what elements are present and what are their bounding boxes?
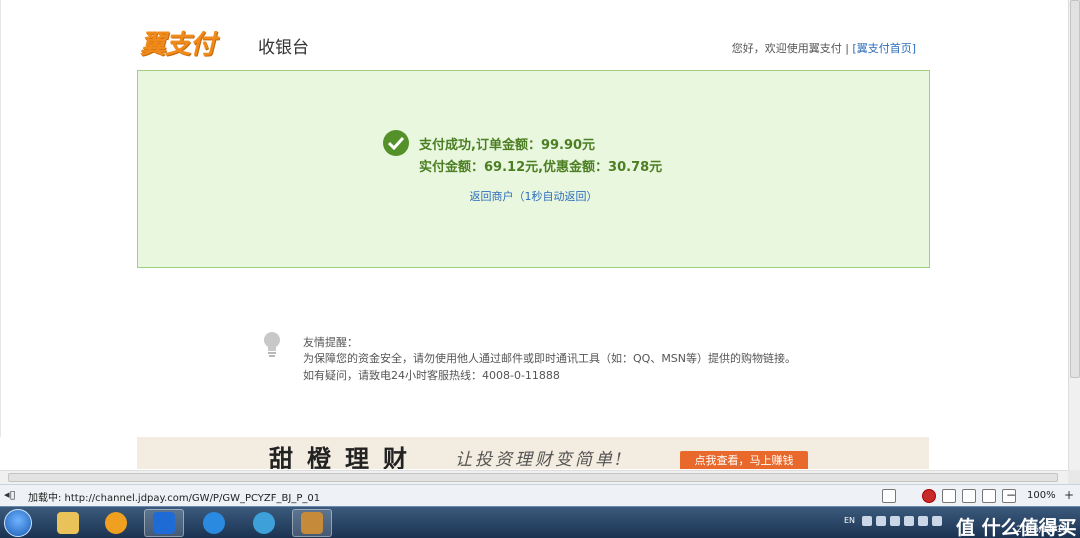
bestpay-logo[interactable]: 翼支付 [140,24,216,60]
input-language[interactable]: EN [844,516,855,525]
header-greeting: 您好，欢迎使用翼支付 | [翼支付首页] [732,40,916,56]
success-check-icon [383,130,409,156]
start-button-icon[interactable] [4,509,32,537]
fullscreen-icon[interactable] [982,489,996,503]
banner-cta-button[interactable]: 点我查看，马上赚钱 [680,451,808,469]
app-icon [301,512,323,534]
return-merchant-link: 返回商户（1秒自动返回） [138,188,929,204]
greeting-text: 您好，欢迎使用翼支付 | [731,42,853,55]
scroll-corner [1068,470,1080,484]
page-title: 收银台 [258,38,309,58]
banner-slogan: 让投资理财变简单! [455,450,625,469]
tray-icon[interactable] [904,516,914,526]
ad-banner[interactable]: 甜橙理财 让投资理财变简单! 点我查看，马上赚钱 [137,437,929,469]
adblock-icon[interactable] [922,489,936,503]
vertical-scrollbar[interactable] [1068,0,1080,470]
horizontal-scroll-thumb[interactable] [8,473,1058,482]
taskbar-app-6[interactable] [292,509,332,537]
download-icon[interactable] [962,489,976,503]
browser-icon [153,512,175,534]
taskbar-app-2[interactable] [96,509,136,537]
vertical-scroll-thumb[interactable] [1070,0,1080,378]
tips-line-security: 为保障您的资金安全，请勿使用他人通过邮件或即时通讯工具（如：QQ、MSN等）提供… [303,352,797,365]
app-icon [105,512,127,534]
home-link[interactable]: [翼支付首页] [852,42,916,55]
horizontal-scrollbar[interactable] [0,470,1068,484]
tips-title: 友情提醒： [303,336,358,349]
system-tray: EN 值 什么值得买 2016/11/11 [838,507,1080,538]
tray-icons [862,516,942,526]
tray-icon[interactable] [918,516,928,526]
windows-taskbar: EN 值 什么值得买 2016/11/11 [0,506,1080,538]
browser-viewport: 翼支付 收银台 您好，欢迎使用翼支付 | [翼支付首页] 支付成功,订单金额：9… [0,0,1068,469]
zoom-out-button[interactable]: − [1006,488,1016,502]
app-icon [253,512,275,534]
sogou-icon [203,512,225,534]
compat-icon[interactable] [882,489,896,503]
clock-date[interactable]: 2016/11/11 [1016,525,1068,535]
return-merchant-link-text[interactable]: 返回商户（1秒自动返回） [470,190,598,203]
tray-icon[interactable] [890,516,900,526]
status-icons [882,488,1016,504]
lightbulb-icon [264,332,280,357]
taskbar-sogou[interactable] [194,509,234,537]
zoom-in-button[interactable]: + [1064,488,1074,502]
speaker-icon[interactable] [942,489,956,503]
tray-icon[interactable] [862,516,872,526]
order-amount-text: 支付成功,订单金额：99.90元 [419,138,596,153]
zoom-level[interactable]: 100% [1027,490,1056,501]
status-back-icon[interactable]: ◂▯ [4,488,16,501]
tray-icon[interactable] [876,516,886,526]
taskbar-maxthon[interactable] [144,509,184,537]
tips-line-hotline: 如有疑问，请致电24小时客服热线：4008-0-11888 [303,369,560,382]
taskbar-explorer[interactable] [48,509,88,537]
payment-result-panel: 支付成功,订单金额：99.90元 实付金额：69.12元,优惠金额：30.78元… [137,70,930,268]
browser-statusbar: ◂▯ 加载中: http://channel.jdpay.com/GW/P/GW… [0,484,1080,506]
paid-discount-text: 实付金额：69.12元,优惠金额：30.78元 [419,160,663,175]
folder-icon [57,512,79,534]
taskbar-app-5[interactable] [244,509,284,537]
status-loading-text: 加载中: http://channel.jdpay.com/GW/P/GW_PC… [28,493,321,504]
blank-icon [902,489,916,503]
tray-icon[interactable] [932,516,942,526]
banner-brand: 甜橙理财 [269,444,421,469]
